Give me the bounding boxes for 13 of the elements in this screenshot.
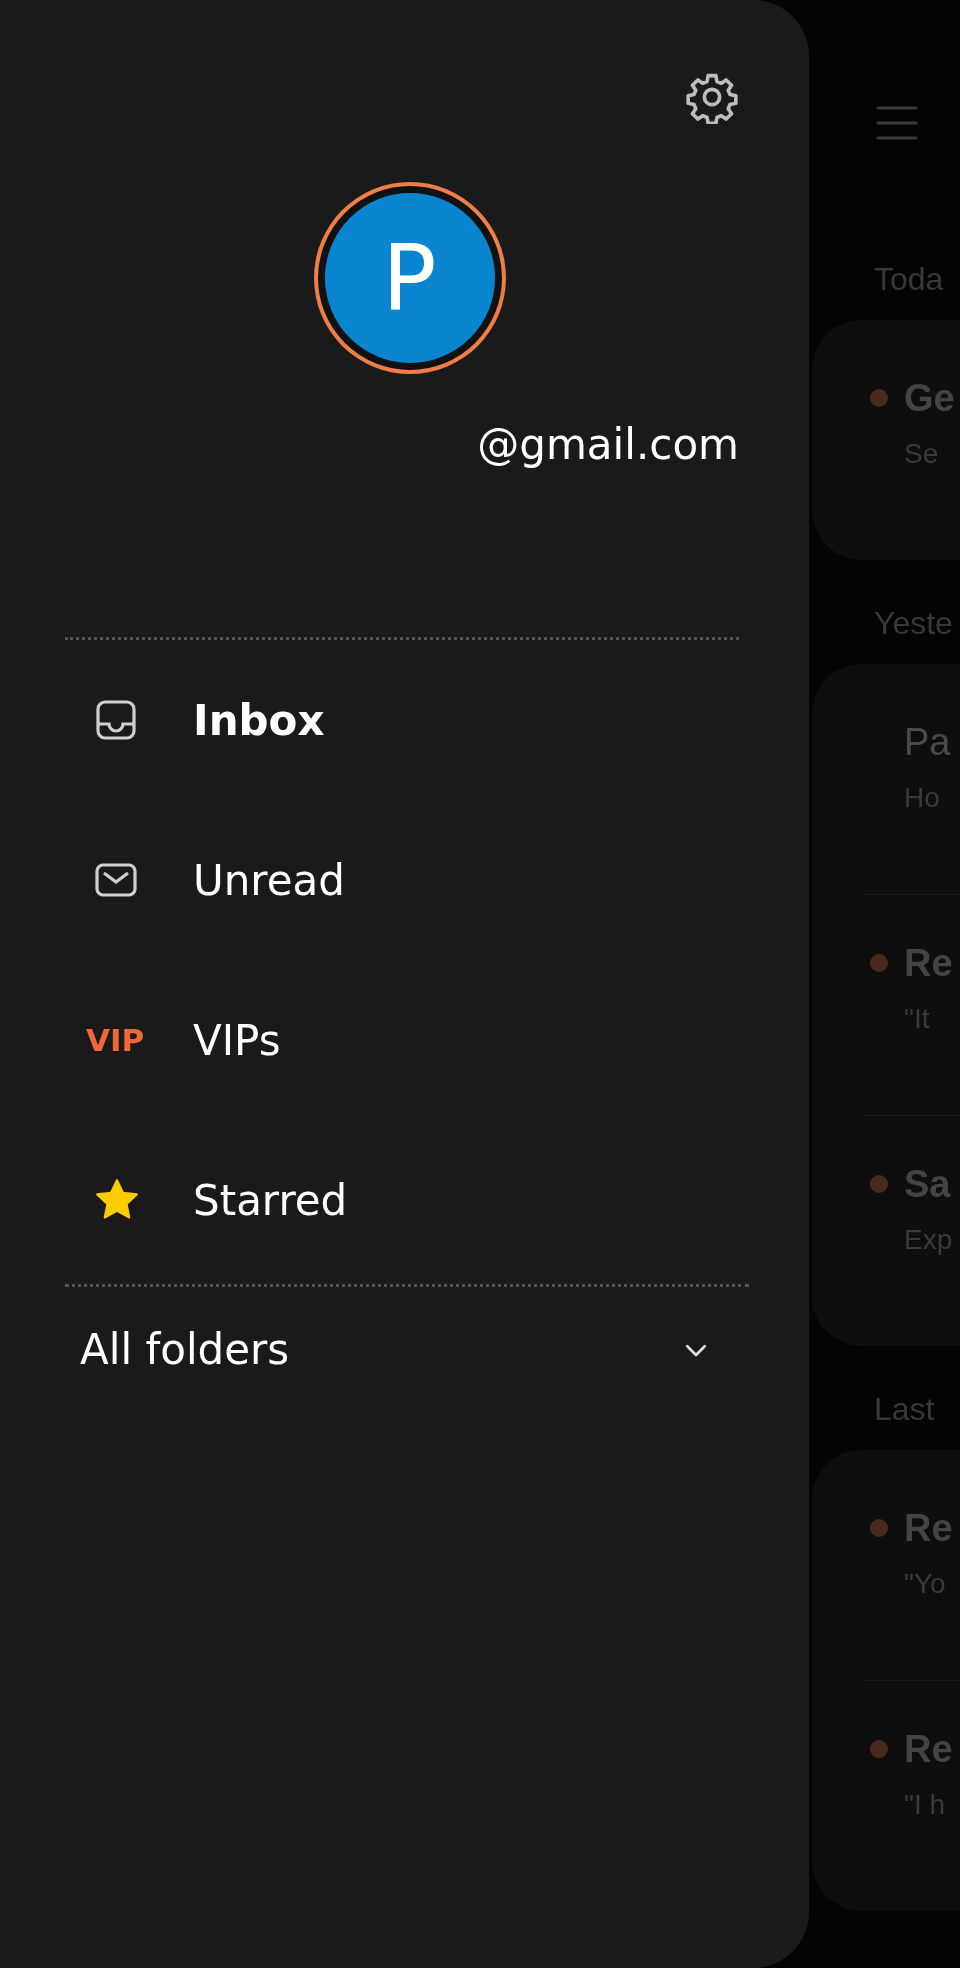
- account-email: @gmail.com: [477, 420, 739, 469]
- all-folders-toggle[interactable]: All folders: [65, 1287, 739, 1374]
- unread-dot: [870, 954, 888, 972]
- folder-item[interactable]: Starred: [65, 1120, 739, 1280]
- unread-dot: [870, 1740, 888, 1758]
- unread-dot: [870, 1519, 888, 1537]
- folder-item[interactable]: Unread: [65, 800, 739, 960]
- folder-item[interactable]: Inbox: [65, 640, 739, 800]
- folder-item[interactable]: VIP VIPs: [65, 960, 739, 1120]
- email-sender[interactable]: Pa: [904, 720, 951, 764]
- unread-dot: [870, 389, 888, 407]
- unread-dot: [870, 1175, 888, 1193]
- vip-label: VIP: [86, 1022, 145, 1058]
